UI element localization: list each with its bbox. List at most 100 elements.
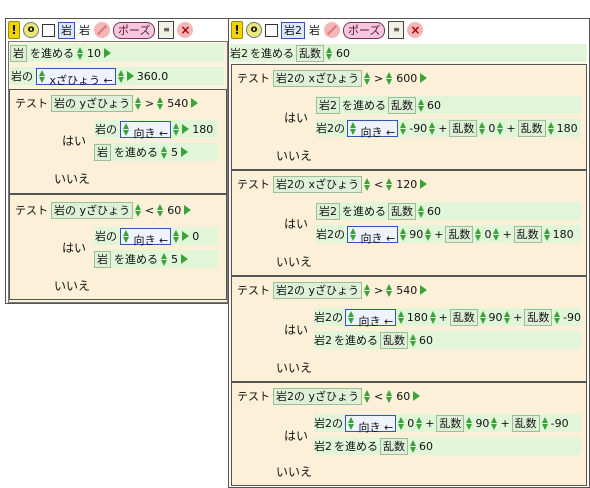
exclamation-icon[interactable]: ! [8, 21, 20, 39]
attribute-tile[interactable]: xざひょう ← [36, 67, 116, 87]
updown-arrow-icon[interactable] [466, 416, 473, 431]
updown-arrow-icon[interactable] [418, 204, 425, 219]
updown-arrow-icon[interactable] [479, 121, 486, 136]
attribute-tile[interactable]: 向き ← [345, 308, 397, 328]
value[interactable]: 5 [170, 253, 179, 266]
object-name-tile[interactable]: 岩 [58, 21, 75, 39]
updown-arrow-icon[interactable] [429, 121, 436, 136]
forward-command[interactable]: 岩 を進める 5 [94, 250, 218, 268]
random-tile[interactable]: 乱数 [296, 44, 324, 62]
test-condition[interactable]: テスト 岩2の xざひょう > 600 [236, 69, 428, 87]
value[interactable]: 120 [395, 178, 418, 191]
random-tile[interactable]: 乱数 [388, 96, 416, 114]
updown-arrow-icon[interactable] [135, 203, 142, 218]
value[interactable]: 60 [335, 47, 351, 60]
object-tile[interactable]: 岩2 [316, 202, 340, 220]
updown-arrow-icon[interactable] [364, 389, 371, 404]
random-tile[interactable]: 乱数 [380, 331, 408, 349]
checkbox-icon[interactable] [265, 23, 278, 37]
updown-arrow-icon[interactable] [491, 416, 498, 431]
forward-random-command[interactable]: 岩2 を進める 乱数 60 [230, 44, 587, 62]
test-block-1[interactable]: テスト 岩2の xざひょう > 600 はい 岩2 を進める 乱数 60 岩2の… [231, 64, 587, 170]
updown-arrow-icon[interactable] [39, 69, 46, 84]
value[interactable]: 180 [553, 228, 574, 241]
value[interactable]: 90 [488, 311, 502, 324]
value[interactable]: 180 [557, 122, 578, 135]
forward-command[interactable]: 岩 を進める 10 [10, 44, 224, 62]
pause-button[interactable]: ポーズ [113, 21, 156, 39]
exclamation-icon[interactable]: ! [231, 21, 243, 39]
forward-random-command[interactable]: 岩2 を進める 乱数 60 [314, 437, 581, 455]
updown-arrow-icon[interactable] [475, 227, 482, 242]
updown-arrow-icon[interactable] [173, 229, 180, 244]
updown-arrow-icon[interactable] [416, 416, 423, 431]
value[interactable]: 180 [407, 311, 428, 324]
updown-arrow-icon[interactable] [541, 416, 549, 431]
random-tile[interactable]: 乱数 [449, 119, 478, 137]
value[interactable]: 0 [488, 122, 495, 135]
value[interactable]: 0 [484, 228, 491, 241]
updown-arrow-icon[interactable] [123, 229, 130, 244]
updown-arrow-icon[interactable] [386, 283, 393, 298]
value[interactable]: 180 [191, 123, 214, 136]
value[interactable]: 10 [86, 47, 102, 60]
forward-random-command[interactable]: 岩2 を進める 乱数 60 [314, 331, 581, 349]
play-arrow-icon[interactable] [126, 71, 134, 81]
play-arrow-icon[interactable] [184, 205, 192, 215]
test-block-4[interactable]: テスト 岩2の yざひょう < 60 はい 岩2の 向き ← 0 + 乱数 90… [231, 382, 587, 486]
value[interactable]: 60 [395, 390, 411, 403]
updown-arrow-icon[interactable] [410, 439, 417, 454]
updown-arrow-icon[interactable] [364, 71, 371, 86]
value[interactable]: 60 [427, 205, 441, 218]
set-x-command[interactable]: 岩の xざひょう ← 360.0 [10, 67, 224, 87]
set-heading-command[interactable]: 岩2の 向き ← 90 + 乱数 0 + 乱数 180 [316, 225, 581, 245]
close-icon[interactable]: × [177, 22, 194, 38]
updown-arrow-icon[interactable] [400, 227, 407, 242]
condition-tile[interactable]: 岩2の yざひょう [273, 387, 363, 405]
updown-arrow-icon[interactable] [157, 96, 164, 111]
random-tile[interactable]: 乱数 [524, 308, 553, 326]
menu-icon[interactable]: ≡ [158, 21, 175, 39]
test-condition[interactable]: テスト 岩の yざひょう < 60 [14, 201, 192, 219]
attribute-tile[interactable]: 向き ← [120, 120, 172, 140]
updown-arrow-icon[interactable] [425, 227, 432, 242]
value[interactable]: 60 [419, 440, 433, 453]
test-block-1[interactable]: テスト 岩の yざひょう > 540 はい 岩の 向き ← 180 岩 を進める… [9, 89, 227, 194]
value[interactable]: -90 [551, 417, 569, 430]
pause-button[interactable]: ポーズ [343, 21, 386, 39]
object-tile[interactable]: 岩 [10, 44, 27, 62]
updown-arrow-icon[interactable] [429, 310, 437, 325]
attribute-tile[interactable]: 向き ← [347, 119, 399, 139]
updown-arrow-icon[interactable] [348, 416, 355, 431]
updown-arrow-icon[interactable] [386, 389, 393, 404]
random-tile[interactable]: 乱数 [513, 225, 542, 243]
updown-arrow-icon[interactable] [418, 98, 425, 113]
close-icon[interactable]: × [407, 22, 424, 38]
object-tile[interactable]: 岩 [94, 250, 111, 268]
object-tile[interactable]: 岩 [94, 143, 111, 161]
play-arrow-icon[interactable] [182, 231, 190, 241]
updown-arrow-icon[interactable] [161, 252, 168, 267]
test-block-2[interactable]: テスト 岩2の xざひょう < 120 はい 岩2 を進める 乱数 60 岩2の… [231, 170, 587, 276]
attribute-tile[interactable]: 向き ← [345, 414, 397, 434]
value[interactable]: 90 [409, 228, 423, 241]
set-heading-command[interactable]: 岩の 向き ← 180 [94, 120, 218, 140]
updown-arrow-icon[interactable] [173, 122, 180, 137]
updown-arrow-icon[interactable] [410, 333, 417, 348]
random-tile[interactable]: 乱数 [380, 437, 408, 455]
value[interactable]: -90 [563, 311, 581, 324]
test-condition[interactable]: テスト 岩の yざひょう > 540 [14, 94, 199, 112]
play-arrow-icon[interactable] [413, 391, 421, 401]
updown-arrow-icon[interactable] [386, 71, 393, 86]
updown-arrow-icon[interactable] [543, 227, 551, 242]
play-arrow-icon[interactable] [181, 147, 188, 157]
value[interactable]: 5 [170, 146, 179, 159]
random-tile[interactable]: 乱数 [388, 202, 416, 220]
random-tile[interactable]: 乱数 [449, 308, 478, 326]
updown-arrow-icon[interactable] [400, 121, 407, 136]
updown-arrow-icon[interactable] [326, 46, 333, 61]
updown-arrow-icon[interactable] [398, 310, 405, 325]
updown-arrow-icon[interactable] [497, 121, 504, 136]
checkbox-icon[interactable] [42, 23, 55, 37]
updown-arrow-icon[interactable] [123, 122, 130, 137]
